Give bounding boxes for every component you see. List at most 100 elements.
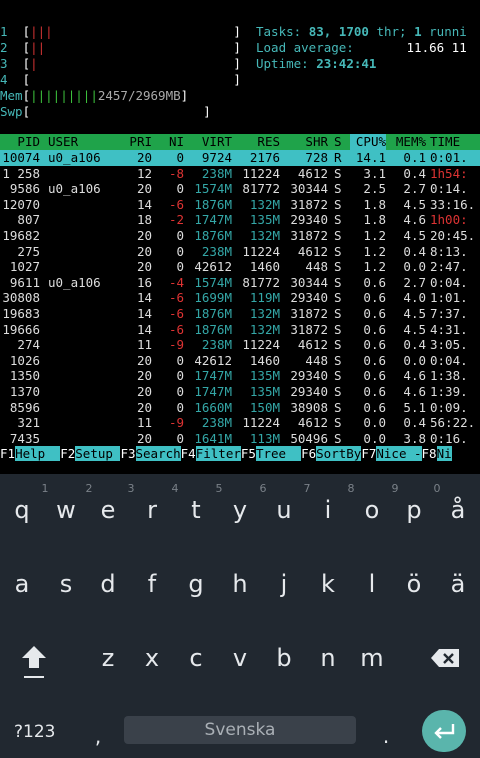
fkey-f1[interactable]: F1Help bbox=[0, 446, 61, 461]
column-header-time[interactable]: TIME bbox=[430, 134, 480, 150]
fkey-f4[interactable]: F4Filter bbox=[181, 446, 241, 461]
terminal-screen[interactable]: 1 [||| ] 2 [|| ] 3 [| ] 4 [ ] Mem[|||||||||2… bbox=[0, 0, 480, 474]
cell-pri: 20 bbox=[136, 259, 152, 275]
process-row[interactable]: 9611 u0_a106 16 -4 1574M 81772 30344 S 0.6 2.7 0:0… bbox=[0, 275, 480, 291]
cell-res: 132M bbox=[249, 196, 280, 212]
process-row[interactable]: 1350 20 0 1747M 135M 29340 S 0.6 4.6 1:38. bbox=[0, 368, 480, 384]
cell-ni: 0 bbox=[176, 384, 184, 399]
process-row[interactable]: 275 20 0 238M 11224 4612 S 1.2 0.4 8:13. bbox=[0, 244, 480, 260]
key-hint: 2 bbox=[85, 482, 93, 495]
process-row[interactable]: 1 258 12 -8 238M 11224 4612 S 3.1 0.4 1h54: bbox=[0, 166, 480, 182]
key-y[interactable]: y bbox=[220, 496, 260, 524]
process-row[interactable]: 1026 20 0 42612 1460 448 S 0.6 0.0 0:04. bbox=[0, 353, 480, 369]
process-row[interactable]: 1370 20 0 1747M 135M 29340 S 0.6 4.6 1:39. bbox=[0, 384, 480, 400]
backspace-key[interactable] bbox=[430, 646, 462, 670]
key-o[interactable]: o bbox=[352, 496, 392, 524]
enter-button[interactable] bbox=[422, 710, 466, 752]
column-header-pri[interactable]: PRI bbox=[122, 134, 152, 150]
cell-ni: 0 bbox=[176, 243, 184, 259]
process-row[interactable]: 274 11 -9 238M 11224 4612 S 0.6 0.4 3:05. bbox=[0, 337, 480, 353]
process-row[interactable]: 807 18 -2 1747M 135M 29340 S 1.8 4.6 1h00: bbox=[0, 212, 480, 228]
key-k[interactable]: k bbox=[308, 570, 348, 598]
key-w[interactable]: w bbox=[46, 496, 86, 524]
key-q[interactable]: q bbox=[2, 496, 42, 524]
period-key[interactable]: . bbox=[366, 724, 406, 748]
cell-cpu: 0.0 bbox=[363, 415, 386, 431]
column-header-s[interactable]: S bbox=[334, 134, 346, 150]
fkey-f6[interactable]: F6SortBy bbox=[301, 446, 362, 461]
key-t[interactable]: t bbox=[176, 496, 216, 524]
key-u[interactable]: u bbox=[264, 496, 304, 524]
cell-pid: 321 bbox=[17, 415, 40, 431]
key-ö[interactable]: ö bbox=[394, 570, 434, 598]
key-b[interactable]: b bbox=[264, 644, 304, 672]
process-row[interactable]: 8596 20 0 1660M 150M 38908 S 0.6 5.1 0:09. bbox=[0, 400, 480, 416]
key-n[interactable]: n bbox=[308, 644, 348, 672]
process-row[interactable]: 321 11 -9 238M 11224 4612 S 0.0 0.4 56:22. bbox=[0, 415, 480, 431]
comma-key[interactable]: , bbox=[78, 724, 118, 748]
key-p[interactable]: p bbox=[394, 496, 434, 524]
cell-cpu: 14.1 bbox=[355, 150, 386, 165]
key-å[interactable]: å bbox=[438, 496, 478, 524]
process-row[interactable]: 19682 20 0 1876M 132M 31872 S 1.2 4.5 20:45. bbox=[0, 228, 480, 244]
process-row[interactable]: 1027 20 0 42612 1460 448 S 1.2 0.0 2:47. bbox=[0, 259, 480, 275]
process-table-header[interactable]: PID USER PRI NI VIRT RES SHR S CPU% MEM% TIME bbox=[0, 134, 480, 150]
process-row[interactable]: 12070 14 -6 1876M 132M 31872 S 1.8 4.5 33:16. bbox=[0, 197, 480, 213]
key-j[interactable]: j bbox=[264, 570, 304, 598]
fkey-f3[interactable]: F3Search bbox=[120, 446, 181, 461]
space-bar[interactable]: Svenska bbox=[124, 716, 356, 744]
column-header-virt[interactable]: VIRT bbox=[190, 134, 232, 150]
process-row[interactable]: 9586 u0_a106 20 0 1574M 81772 30344 S 2.5 2.7 0:14… bbox=[0, 181, 480, 197]
key-ä[interactable]: ä bbox=[438, 570, 478, 598]
column-header-user[interactable]: USER bbox=[48, 134, 118, 150]
key-l[interactable]: l bbox=[352, 570, 392, 598]
process-row[interactable]: 10074 u0_a106 20 0 9724 2176 728 R 14.1 0.1 0:01. bbox=[0, 150, 480, 166]
key-z[interactable]: z bbox=[88, 644, 128, 672]
column-header-cpu[interactable]: CPU% bbox=[350, 134, 386, 150]
key-v[interactable]: v bbox=[220, 644, 260, 672]
fkey-f5[interactable]: F5Tree bbox=[241, 446, 302, 461]
cell-cpu: 0.6 bbox=[363, 399, 386, 415]
column-header-ni[interactable]: NI bbox=[158, 134, 184, 150]
fkey-f8[interactable]: F8Ni bbox=[422, 446, 452, 461]
key-x[interactable]: x bbox=[132, 644, 172, 672]
column-header-pid[interactable]: PID bbox=[0, 134, 40, 150]
cell-mem: 4.5 bbox=[403, 321, 426, 337]
cell-time: 0:04. bbox=[430, 352, 468, 368]
column-header-res[interactable]: RES bbox=[238, 134, 280, 150]
key-f[interactable]: f bbox=[132, 570, 172, 598]
key-g[interactable]: g bbox=[176, 570, 216, 598]
cell-mem: 0.0 bbox=[403, 259, 426, 275]
column-header-mem[interactable]: MEM% bbox=[390, 134, 426, 150]
process-row[interactable]: 19666 14 -6 1876M 132M 31872 S 0.6 4.5 4:31. bbox=[0, 322, 480, 338]
cell-ni: 0 bbox=[176, 430, 184, 446]
key-a[interactable]: a bbox=[2, 570, 42, 598]
symbols-key[interactable]: ?123 bbox=[14, 722, 55, 742]
key-c[interactable]: c bbox=[176, 644, 216, 672]
key-s[interactable]: s bbox=[46, 570, 86, 598]
cell-pri: 12 bbox=[136, 165, 152, 181]
key-i[interactable]: i bbox=[308, 496, 348, 524]
key-hint: 0 bbox=[433, 482, 441, 495]
cell-ni: -2 bbox=[168, 212, 184, 228]
key-d[interactable]: d bbox=[88, 570, 128, 598]
key-e[interactable]: e bbox=[88, 496, 128, 524]
cell-virt: 1747M bbox=[194, 212, 232, 228]
cell-time: 0:14. bbox=[430, 181, 468, 197]
key-h[interactable]: h bbox=[220, 570, 260, 598]
cell-pid: 8596 bbox=[9, 399, 40, 415]
process-row[interactable]: 30808 14 -6 1699M 119M 29340 S 0.6 4.0 1:01. bbox=[0, 290, 480, 306]
shift-key[interactable] bbox=[20, 644, 48, 680]
cell-res: 2176 bbox=[249, 150, 280, 165]
shift-icon bbox=[22, 646, 46, 678]
column-header-shr[interactable]: SHR bbox=[282, 134, 328, 150]
process-row[interactable]: 7435 20 0 1641M 113M 50496 S 0.0 3.8 0:16. bbox=[0, 431, 480, 447]
uptime: Uptime: 23:42:41 bbox=[256, 56, 377, 71]
cell-ni: 0 bbox=[176, 181, 184, 197]
cell-cpu: 0.6 bbox=[363, 352, 386, 368]
process-row[interactable]: 19683 14 -6 1876M 132M 31872 S 0.6 4.5 7:37. bbox=[0, 306, 480, 322]
fkey-f7[interactable]: F7Nice - bbox=[361, 446, 422, 461]
key-m[interactable]: m bbox=[352, 644, 392, 672]
key-r[interactable]: r bbox=[132, 496, 172, 524]
fkey-f2[interactable]: F2Setup bbox=[60, 446, 121, 461]
